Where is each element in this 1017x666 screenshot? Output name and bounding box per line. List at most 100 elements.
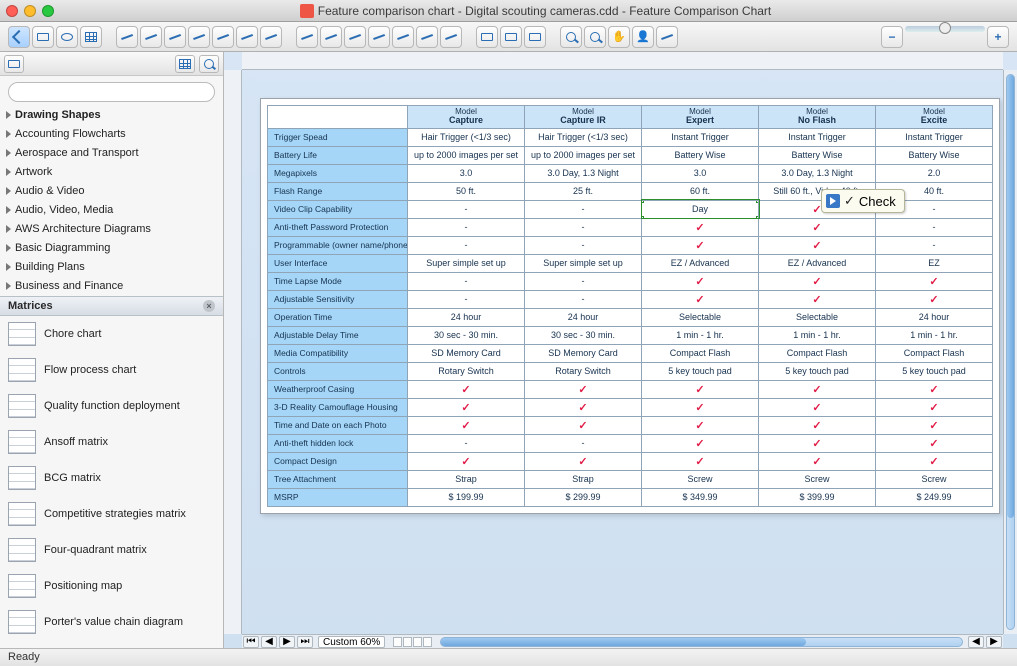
table-cell[interactable]: ✓ [876, 272, 993, 290]
tool-line-3[interactable] [344, 26, 366, 48]
table-cell[interactable]: Super simple set up [408, 254, 525, 272]
row-label[interactable]: Media Compatibility [268, 344, 408, 362]
table-cell[interactable]: - [408, 218, 525, 236]
row-label[interactable]: Video Clip Capability [268, 200, 408, 218]
table-cell[interactable]: ✓ [642, 380, 759, 398]
table-cell[interactable]: $ 349.99 [642, 488, 759, 506]
table-cell[interactable]: Instant Trigger [642, 128, 759, 146]
sidebar-item[interactable]: Positioning map [0, 568, 223, 604]
window-zoom-button[interactable] [42, 5, 54, 17]
table-cell[interactable]: ✓ [408, 452, 525, 470]
row-label[interactable]: Adjustable Sensitivity [268, 290, 408, 308]
tool-conn-7[interactable] [260, 26, 282, 48]
table-cell[interactable]: ✓ [876, 434, 993, 452]
scroll-right[interactable]: ▶ [986, 636, 1002, 648]
table-cell[interactable]: Strap [525, 470, 642, 488]
resize-handle[interactable] [756, 200, 759, 203]
column-header[interactable]: ModelExpert [642, 106, 759, 129]
resize-handle[interactable] [756, 216, 759, 219]
table-cell[interactable]: 5 key touch pad [642, 362, 759, 380]
tool-rect[interactable] [32, 26, 54, 48]
row-label[interactable]: Controls [268, 362, 408, 380]
sidebar-item[interactable]: BCG matrix [0, 460, 223, 496]
table-cell[interactable]: 25 ft. [525, 182, 642, 200]
column-header[interactable]: ModelNo Flash [759, 106, 876, 129]
table-cell[interactable]: Day [642, 200, 759, 218]
scroll-left[interactable]: ◀ [968, 636, 984, 648]
table-cell[interactable]: ✓ [759, 272, 876, 290]
sidebar-category[interactable]: Accounting Flowcharts [0, 125, 223, 144]
zoom-slider-knob[interactable] [939, 22, 951, 34]
row-label[interactable]: MSRP [268, 488, 408, 506]
tool-line-4[interactable] [368, 26, 390, 48]
tool-conn-3[interactable] [164, 26, 186, 48]
table-cell[interactable]: 50 ft. [408, 182, 525, 200]
tool-user[interactable]: 👤 [632, 26, 654, 48]
table-cell[interactable]: ✓ [642, 290, 759, 308]
sidebar-category[interactable]: Audio & Video [0, 182, 223, 201]
sidebar-item[interactable]: Chore chart [0, 316, 223, 352]
table-cell[interactable]: 5 key touch pad [876, 362, 993, 380]
page-prev[interactable]: ◀ [261, 636, 277, 648]
resize-handle[interactable] [642, 200, 645, 203]
table-cell[interactable]: 24 hour [876, 308, 993, 326]
table-cell[interactable]: - [525, 434, 642, 452]
tool-line-7[interactable] [440, 26, 462, 48]
tool-refresh[interactable] [560, 26, 582, 48]
table-cell[interactable]: - [408, 200, 525, 218]
sidebar-item[interactable]: Quality function deployment [0, 388, 223, 424]
table-cell[interactable]: ✓ [408, 380, 525, 398]
row-label[interactable]: Flash Range [268, 182, 408, 200]
row-label[interactable]: Megapixels [268, 164, 408, 182]
table-cell[interactable]: ✓ [642, 416, 759, 434]
table-cell[interactable]: Rotary Switch [408, 362, 525, 380]
table-cell[interactable]: up to 2000 images per set [525, 146, 642, 164]
table-cell[interactable]: 30 sec - 30 min. [525, 326, 642, 344]
table-cell[interactable]: Super simple set up [525, 254, 642, 272]
sidebar-item[interactable]: Ansoff matrix [0, 424, 223, 460]
tool-ellipse[interactable] [56, 26, 78, 48]
table-cell[interactable]: - [408, 290, 525, 308]
table-cell[interactable]: ✓ [642, 452, 759, 470]
table-cell[interactable]: Compact Flash [876, 344, 993, 362]
row-label[interactable]: Compact Design [268, 452, 408, 470]
table-cell[interactable]: - [408, 434, 525, 452]
zoom-readout[interactable]: Custom 60% [318, 636, 385, 648]
table-cell[interactable]: 1 min - 1 hr. [759, 326, 876, 344]
table-cell[interactable]: 3.0 [408, 164, 525, 182]
window-close-button[interactable] [6, 5, 18, 17]
table-cell[interactable]: Selectable [642, 308, 759, 326]
table-cell[interactable]: ✓ [876, 398, 993, 416]
row-label[interactable]: 3-D Reality Camouflage Housing [268, 398, 408, 416]
table-cell[interactable]: EZ [876, 254, 993, 272]
close-section-icon[interactable]: × [203, 300, 215, 312]
row-label[interactable]: Time and Date on each Photo [268, 416, 408, 434]
table-cell[interactable]: Strap [408, 470, 525, 488]
row-label[interactable]: Weatherproof Casing [268, 380, 408, 398]
table-cell[interactable]: Screw [876, 470, 993, 488]
row-label[interactable]: Tree Attachment [268, 470, 408, 488]
tool-arrange-3[interactable] [524, 26, 546, 48]
page-first[interactable]: ⏮ [243, 636, 259, 648]
comparison-table[interactable]: ModelCaptureModelCapture IRModelExpertMo… [267, 105, 993, 507]
table-cell[interactable]: $ 399.99 [759, 488, 876, 506]
sidebar-item[interactable]: Flow process chart [0, 352, 223, 388]
sidebar-category[interactable]: Audio, Video, Media [0, 201, 223, 220]
table-cell[interactable]: - [408, 236, 525, 254]
canvas[interactable]: ModelCaptureModelCapture IRModelExpertMo… [242, 70, 1003, 634]
row-label[interactable]: Anti-theft Password Protection [268, 218, 408, 236]
table-cell[interactable]: ✓ [525, 452, 642, 470]
table-cell[interactable]: $ 299.99 [525, 488, 642, 506]
table-cell[interactable]: Hair Trigger (<1/3 sec) [408, 128, 525, 146]
sidebar-item[interactable]: Four-quadrant matrix [0, 532, 223, 568]
sidebar-search-button[interactable] [199, 55, 219, 73]
table-cell[interactable]: Screw [642, 470, 759, 488]
row-label[interactable]: Trigger Spead [268, 128, 408, 146]
table-cell[interactable]: Instant Trigger [876, 128, 993, 146]
table-cell[interactable]: ✓ [642, 272, 759, 290]
tool-grid[interactable] [80, 26, 102, 48]
table-cell[interactable]: 1 min - 1 hr. [642, 326, 759, 344]
table-cell[interactable]: Compact Flash [759, 344, 876, 362]
table-cell[interactable]: ✓ [759, 452, 876, 470]
table-cell[interactable]: Selectable [759, 308, 876, 326]
